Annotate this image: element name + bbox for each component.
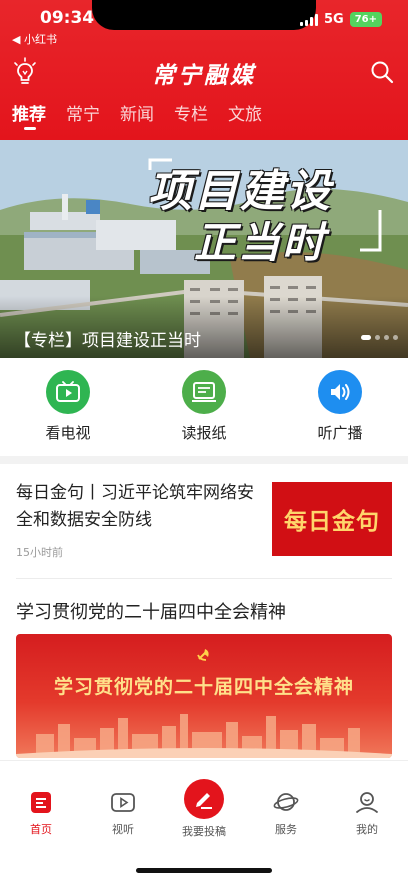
tab-changning[interactable]: 常宁 [56, 102, 110, 132]
nav-video-label: 视听 [112, 823, 134, 836]
read-newspaper-button[interactable]: 读报纸 [136, 358, 272, 456]
listen-radio-label: 听广播 [317, 424, 363, 442]
news-title: 每日金句丨习近平论筑牢网络安全和数据安全防线 [16, 483, 254, 530]
nav-home[interactable]: 首页 [0, 761, 82, 837]
category-tabs: 推荐 常宁 新闻 专栏 文旅 [0, 102, 272, 132]
home-indicator [136, 868, 272, 873]
banner-headline-line2: 正当时 [194, 218, 327, 267]
nav-services-label: 服务 [275, 823, 297, 836]
device-notch [92, 0, 316, 30]
tab-news[interactable]: 新闻 [110, 102, 164, 132]
status-indicators: 5G 76+ [299, 12, 382, 27]
watch-tv-label: 看电视 [45, 424, 91, 442]
carousel-dots [361, 335, 398, 340]
post-icon [184, 779, 224, 819]
listen-radio-button[interactable]: 听广播 [272, 358, 408, 456]
feature-banner[interactable]: 学习贯彻党的二十届四中全会精神 [16, 634, 392, 758]
nav-services[interactable]: 服务 [245, 761, 327, 837]
bottom-navigation: 首页 视听 我要投稿 服务 我的 [0, 760, 408, 883]
banner-headline-line1: 项目建设 [148, 166, 332, 217]
battery-icon: 76+ [349, 12, 382, 27]
nav-submit-label: 我要投稿 [182, 825, 226, 838]
news-item[interactable]: 每日金句丨习近平论筑牢网络安全和数据安全防线 15小时前 每日金句 [16, 480, 392, 576]
quick-actions: 看电视 读报纸 听广播 [0, 358, 408, 456]
planet-icon [273, 793, 299, 811]
watch-tv-button[interactable]: 看电视 [0, 358, 136, 456]
feature-title[interactable]: 学习贯彻党的二十届四中全会精神 [16, 598, 286, 624]
list-divider [16, 578, 392, 579]
back-to-app-link[interactable]: ◀ 小红书 [12, 31, 57, 47]
read-newspaper-label: 读报纸 [181, 424, 227, 442]
nav-submit[interactable]: 我要投稿 [163, 761, 245, 839]
banner-headline: 项目建设 正当时 [148, 166, 388, 268]
nav-profile-label: 我的 [356, 823, 378, 836]
nav-video[interactable]: 视听 [82, 761, 164, 837]
tab-culture-travel[interactable]: 文旅 [218, 102, 272, 132]
news-time: 15小时前 [16, 546, 63, 559]
home-icon [31, 792, 51, 813]
signal-icon [299, 13, 318, 26]
app-header: 09:34 ◀ 小红书 5G 76+ 常宁融媒 推荐 常宁 新闻 专栏 文旅 [0, 0, 408, 140]
tab-column[interactable]: 专栏 [164, 102, 218, 132]
search-icon[interactable] [370, 60, 394, 84]
nav-profile[interactable]: 我的 [326, 761, 408, 837]
section-divider [0, 456, 408, 464]
status-time: 09:34 [40, 8, 95, 28]
network-label: 5G [323, 12, 344, 27]
speaker-icon [318, 370, 362, 414]
tab-recommended[interactable]: 推荐 [0, 102, 56, 132]
play-icon [111, 793, 135, 812]
party-emblem-icon [197, 649, 209, 661]
skyline-graphic [16, 714, 392, 758]
user-icon [356, 792, 378, 813]
app-title: 常宁融媒 [152, 63, 256, 89]
news-thumbnail: 每日金句 [272, 482, 392, 556]
feature-banner-text: 学习贯彻党的二十届四中全会精神 [53, 676, 354, 698]
nav-home-label: 首页 [30, 823, 52, 836]
hero-banner[interactable]: 项目建设 正当时 【专栏】项目建设正当时 [0, 140, 408, 358]
banner-caption: 【专栏】项目建设正当时 [0, 296, 408, 358]
newspaper-icon [182, 370, 226, 414]
tv-icon [46, 370, 90, 414]
